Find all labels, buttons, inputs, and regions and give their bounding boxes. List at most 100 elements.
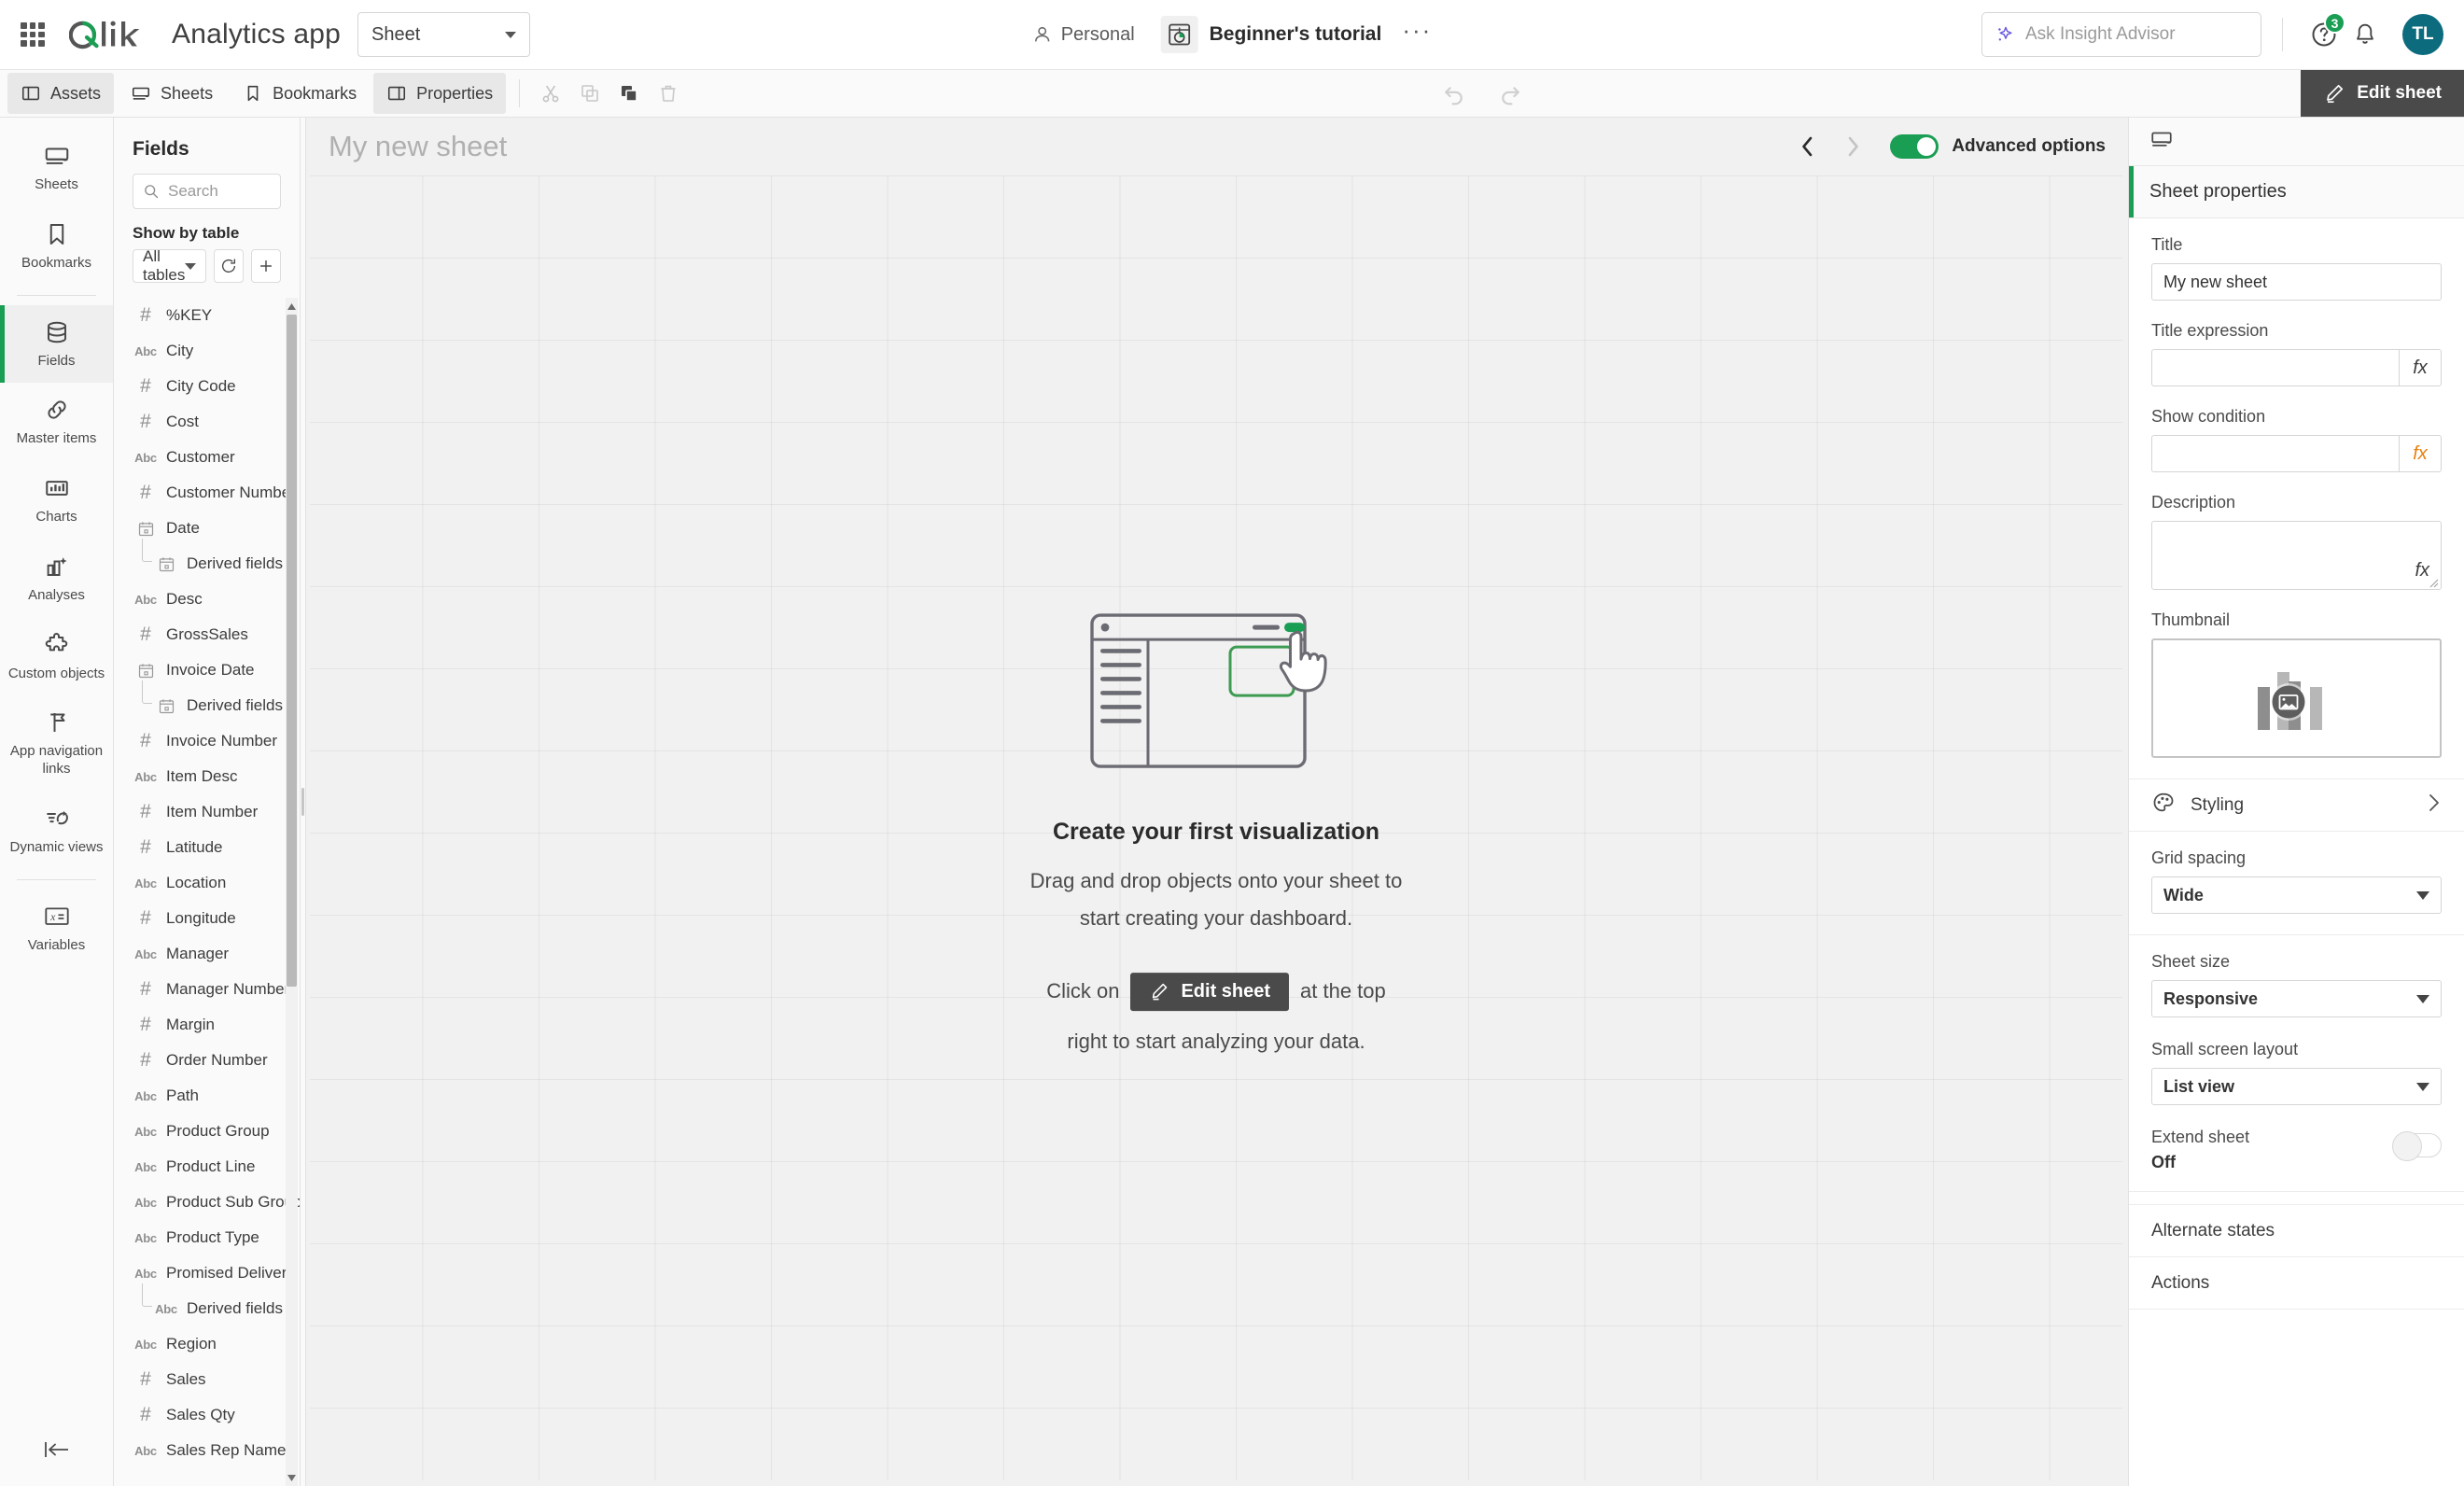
edit-sheet-button[interactable]: Edit sheet <box>2301 70 2464 117</box>
field-row[interactable]: # Invoice Number <box>123 723 300 759</box>
title-input[interactable]: My new sheet <box>2151 263 2442 301</box>
redo-button[interactable] <box>1491 79 1530 107</box>
field-row[interactable]: Abc Manager <box>123 936 300 972</box>
field-row[interactable]: Abc Region <box>123 1326 300 1362</box>
add-field-button[interactable] <box>251 249 281 283</box>
field-row[interactable]: # %KEY <box>123 298 300 333</box>
rail-item-analyses[interactable]: Analyses <box>0 540 113 618</box>
delete-button[interactable] <box>649 70 688 117</box>
sheet-size-select[interactable]: Responsive <box>2151 980 2442 1017</box>
field-row[interactable]: # Margin <box>123 1007 300 1043</box>
more-menu-button[interactable]: ··· <box>1402 18 1432 44</box>
sheet-properties-section-header[interactable]: Sheet properties <box>2129 166 2464 218</box>
extend-sheet-toggle[interactable] <box>2392 1131 2442 1161</box>
notifications-button[interactable] <box>2345 14 2386 55</box>
rail-item-charts[interactable]: Charts <box>0 461 113 540</box>
small-screen-layout-select[interactable]: List view <box>2151 1068 2442 1105</box>
field-row[interactable]: Abc Customer <box>123 440 300 475</box>
field-row[interactable]: # Latitude <box>123 830 300 865</box>
field-row[interactable]: # City Code <box>123 369 300 404</box>
sheet-selector[interactable]: Sheet <box>357 12 531 57</box>
rail-item-bookmarks[interactable]: Bookmarks <box>0 207 113 286</box>
derived-fields-row[interactable]: Derived fields <box>123 539 300 582</box>
show-condition-fx-button[interactable]: fx <box>2399 435 2442 472</box>
toolbar-properties[interactable]: Properties <box>373 73 507 114</box>
field-row[interactable]: # GrossSales <box>123 617 300 652</box>
avatar[interactable]: TL <box>2402 14 2443 55</box>
field-row[interactable]: Abc Desc <box>123 582 300 617</box>
show-condition-input[interactable] <box>2151 435 2399 472</box>
table-filter-select[interactable]: All tables <box>133 247 207 284</box>
next-sheet-button[interactable] <box>1830 128 1875 165</box>
title-expression-input[interactable] <box>2151 349 2399 386</box>
search-input[interactable]: Search <box>133 174 281 209</box>
derived-fields-row[interactable]: Derived fields <box>123 680 300 723</box>
field-row[interactable]: Abc Product Line <box>123 1149 300 1185</box>
toolbar-sheets[interactable]: Sheets <box>118 73 226 114</box>
field-row[interactable]: Abc Product Group <box>123 1114 300 1149</box>
paste-button[interactable] <box>609 70 649 117</box>
field-list-scrollbar[interactable] <box>286 298 298 1486</box>
field-row[interactable]: Abc Location <box>123 865 300 901</box>
space-selector[interactable]: Personal <box>1032 24 1135 46</box>
scroll-up-arrow[interactable] <box>287 300 297 313</box>
field-type-number-icon: # <box>140 836 151 858</box>
field-row[interactable]: # Longitude <box>123 901 300 936</box>
sheet-canvas[interactable]: Create your first visualization Drag and… <box>310 175 2122 1480</box>
previous-sheet-button[interactable] <box>1785 128 1830 165</box>
rail-item-app-navigation-links[interactable]: App navigation links <box>0 695 113 792</box>
scroll-down-arrow[interactable] <box>287 1471 297 1484</box>
title-expression-fx-button[interactable]: fx <box>2399 349 2442 386</box>
advanced-options-toggle[interactable] <box>1890 134 1939 159</box>
field-row[interactable]: Abc Path <box>123 1078 300 1114</box>
field-row[interactable]: # Sales <box>123 1362 300 1397</box>
field-list[interactable]: # %KEY Abc City # City Code # Cost Abc Customer # C… <box>114 298 300 1486</box>
toolbar-assets[interactable]: Assets <box>7 73 115 114</box>
empty-state-edit-sheet-button[interactable]: Edit sheet <box>1130 972 1290 1011</box>
rail-collapse-button[interactable] <box>0 1437 113 1486</box>
field-row[interactable]: # Customer Number <box>123 475 300 511</box>
panel-resize-handle[interactable] <box>301 118 306 1486</box>
field-row[interactable]: # Item Number <box>123 794 300 830</box>
assets-panel-title: Fields <box>133 138 189 160</box>
field-row[interactable]: Abc Item Desc <box>123 759 300 794</box>
field-row[interactable]: # Order Number <box>123 1043 300 1078</box>
field-row[interactable]: # Manager Number <box>123 972 300 1007</box>
rail-item-master-items[interactable]: Master items <box>0 383 113 461</box>
rail-item-dynamic-views[interactable]: Dynamic views <box>0 792 113 870</box>
app-launcher-icon[interactable] <box>21 22 45 47</box>
alternate-states-row[interactable]: Alternate states <box>2129 1205 2464 1257</box>
grid-spacing-select[interactable]: Wide <box>2151 876 2442 914</box>
tab-sheet-icon[interactable] <box>2149 127 2174 156</box>
derived-fields-row[interactable]: Abc Derived fields <box>123 1283 300 1326</box>
rail-item-custom-objects[interactable]: Custom objects <box>0 618 113 696</box>
app-breadcrumb[interactable]: Beginner's tutorial <box>1160 16 1381 53</box>
collapse-left-icon <box>44 1442 68 1457</box>
field-row[interactable]: Abc Product Sub Group <box>123 1185 300 1220</box>
field-row[interactable]: Abc City <box>123 333 300 369</box>
rail-item-variables[interactable]: x Variables <box>0 890 113 968</box>
refresh-fields-button[interactable] <box>214 249 245 283</box>
rail-item-sheets[interactable]: Sheets <box>0 129 113 207</box>
qlik-logo[interactable] <box>69 13 155 56</box>
rail-item-fields[interactable]: Fields <box>0 304 113 384</box>
puzzle-icon <box>45 632 67 651</box>
field-row[interactable]: # Sales Qty <box>123 1397 300 1433</box>
field-row[interactable]: Abc Product Type <box>123 1220 300 1255</box>
help-button[interactable]: 3 <box>2303 12 2345 55</box>
styling-row[interactable]: Styling <box>2129 779 2464 832</box>
resize-grip-icon[interactable] <box>2428 577 2439 588</box>
actions-row[interactable]: Actions <box>2129 1257 2464 1310</box>
field-row[interactable]: # Cost <box>123 404 300 440</box>
insight-advisor-search[interactable]: Ask Insight Advisor <box>1981 12 2261 57</box>
description-textarea[interactable]: fx <box>2151 521 2442 590</box>
field-row[interactable]: Abc Sales Rep Name <box>123 1433 300 1468</box>
scrollbar-thumb[interactable] <box>287 315 297 987</box>
copy-button[interactable] <box>570 70 609 117</box>
title-group: Title My new sheet <box>2129 218 2464 304</box>
description-label: Description <box>2151 493 2236 512</box>
thumbnail-picker[interactable] <box>2151 638 2442 758</box>
cut-button[interactable] <box>531 70 570 117</box>
toolbar-bookmarks[interactable]: Bookmarks <box>230 73 370 114</box>
undo-button[interactable] <box>1435 79 1474 107</box>
